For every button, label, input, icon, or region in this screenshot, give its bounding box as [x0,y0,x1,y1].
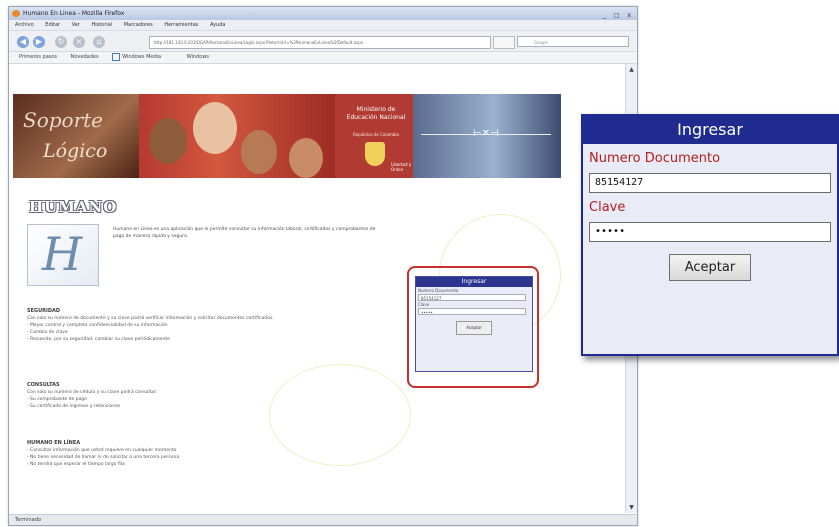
window-controls[interactable]: _ □ x [603,9,634,22]
back-icon[interactable]: ◀ [17,36,29,48]
stop-icon[interactable]: × [73,36,85,48]
status-bar: Terminado [9,514,637,525]
intro-text: Humano en Línea es una aplicación que le… [113,227,376,239]
section-line: - No tendrá que esperar el tiempo largo … [27,462,125,467]
section-line: Con solo su número de cédula y su clave … [27,390,158,395]
search-input[interactable]: Google [517,36,629,47]
menu-bar: Archivo Editar Ver Historial Marcadores … [9,20,637,31]
mini-accept-button[interactable]: Aceptar [456,321,492,335]
bookmark-item[interactable]: Windows Media [112,52,173,61]
ministry-block: Ministerio de Educación Nacional Repúbli… [335,94,413,178]
title-bar: Humano En Linea - Mozilla Firefox _ □ x [9,7,637,20]
section-line: - Mayor control y completa confidenciali… [27,323,168,328]
photo-child [149,118,187,164]
menu-marcadores[interactable]: Marcadores [124,22,153,28]
section-line: Con solo su número de documento y su cla… [27,316,274,321]
brand-line2: Lógico [43,140,108,162]
address-bar[interactable]: http://181.143.0.203/DGAP/HumanoEnLinea/… [149,36,491,49]
section-line: - Consultar información que usted requie… [27,448,177,453]
menu-ver[interactable]: Ver [72,22,80,28]
menu-ayuda[interactable]: Ayuda [210,22,225,28]
section-line: - Recuerde, por su seguridad, cambiar su… [27,337,170,342]
mini-login-box: Ingresar Numero Documento 85154127 Clave… [415,276,533,372]
accept-button[interactable]: Aceptar [669,254,751,281]
ministry-sub: República de Colombia [353,132,399,137]
mini-doc-input[interactable]: 85154127 [418,294,526,301]
scroll-down-icon[interactable]: ▼ [628,504,635,511]
banner-photo [139,94,335,178]
mini-doc-label: Numero Documento [418,288,459,293]
section-line: - Su certificado de ingresos y retencion… [27,404,121,409]
mini-login-title: Ingresar [416,277,532,287]
brand-logo: Soporte Lógico [13,94,139,178]
firefox-icon [12,10,20,17]
section-line: - Cambio de clave [27,330,68,335]
password-label: Clave [589,200,626,215]
window-title: Humano En Linea - Mozilla Firefox [23,10,125,17]
wave-mark-icon: ⊢✕⊣ [473,128,499,139]
forward-icon[interactable]: ▶ [33,36,45,48]
section-line: - Su comprobante de pago [27,397,87,402]
highlighted-login-form: Ingresar Numero Documento 85154127 Clave… [407,266,539,388]
bookmark-item[interactable]: Novedades [71,54,99,60]
menu-herramientas[interactable]: Herramientas [164,22,198,28]
home-icon[interactable]: ⌂ [93,36,105,48]
section-consultas: CONSULTAS Con solo su número de cédula y… [27,382,387,410]
section-humano-en-linea: HUMANO EN LÍNEA - Consultar información … [27,440,387,468]
menu-archivo[interactable]: Archivo [15,22,34,28]
login-panel-zoom: Ingresar Numero Documento Clave Aceptar [581,114,839,356]
page-title: HUMANO [29,198,118,216]
menu-editar[interactable]: Editar [45,22,60,28]
photo-child [289,138,323,178]
page-content: Soporte Lógico Ministerio de Educación N… [9,64,625,513]
humano-logo: H [27,224,99,286]
navigation-toolbar: ◀ ▶ ↻ × ⌂ http://181.143.0.203/DGAP/Huma… [9,31,637,52]
login-title: Ingresar [583,116,837,144]
section-seguridad: SEGURIDAD Con solo su número de document… [27,308,387,343]
mini-pass-input[interactable]: ••••• [418,308,526,315]
document-input[interactable] [589,173,831,193]
bookmark-item[interactable]: Primeros pasos [19,54,57,60]
site-banner: Soporte Lógico Ministerio de Educación N… [13,94,561,178]
photo-child [193,102,237,154]
bookmark-label: Windows Media [122,54,162,60]
coat-of-arms-icon [365,142,385,166]
banner-waves: ⊢✕⊣ [413,94,561,178]
section-heading: HUMANO EN LÍNEA [27,440,81,446]
bookmark-item[interactable]: Windows [187,54,209,60]
document-label: Numero Documento [589,151,721,166]
menu-historial[interactable]: Historial [91,22,112,28]
mini-pass-label: Clave [418,302,430,307]
password-input[interactable] [589,222,831,242]
brand-line1: Soporte [23,108,104,132]
humano-logo-letter: H [42,227,83,281]
reload-icon[interactable]: ↻ [55,36,67,48]
go-button[interactable] [493,36,515,49]
section-line: - No tiene necesidad de llamar ni de sol… [27,455,180,460]
photo-child [241,130,277,174]
browser-window: Humano En Linea - Mozilla Firefox _ □ x … [8,6,638,526]
bookmark-icon [112,52,121,61]
bookmarks-bar: Primeros pasos Novedades Windows Media W… [9,52,637,64]
section-heading: CONSULTAS [27,382,60,388]
scroll-up-icon[interactable]: ▲ [628,66,635,73]
ministry-name: Ministerio de Educación Nacional [346,106,406,121]
section-heading: SEGURIDAD [27,308,61,314]
ministry-tag: Libertad y Orden [391,162,412,172]
